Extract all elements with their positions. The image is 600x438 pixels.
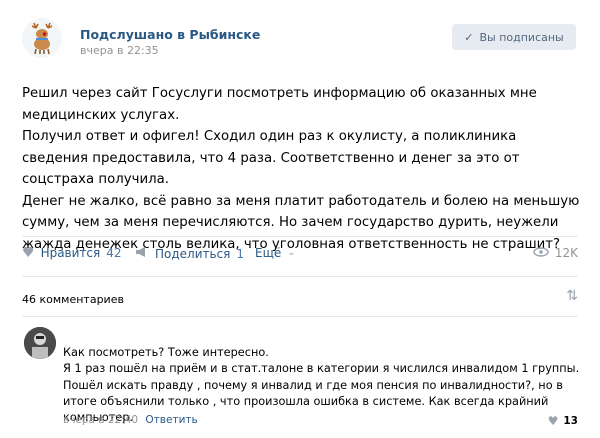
group-avatar[interactable]: [22, 18, 62, 58]
share-count: 1: [236, 246, 245, 261]
subscribed-label: Вы подписаны: [479, 30, 564, 44]
views-count: 12K: [554, 246, 578, 260]
heart-icon: ♥: [547, 414, 559, 428]
comment-item: Как посмотреть? Тоже интересно. Я 1 раз …: [0, 327, 600, 437]
deer-icon: [22, 18, 62, 58]
comments-count: 46 комментариев: [22, 293, 124, 306]
check-icon: ✓: [464, 30, 474, 44]
divider: [22, 276, 578, 277]
post-paragraph: Решил через сайт Госуслуги посмотреть ин…: [22, 86, 537, 123]
sort-icon[interactable]: ⇅: [566, 288, 578, 304]
post-text: Решил через сайт Госуслуги посмотреть ин…: [22, 83, 582, 255]
divider: [22, 316, 578, 317]
comment-line: Я 1 раз пошёл на приём и в стат.талоне в…: [63, 362, 580, 376]
divider: [22, 236, 578, 237]
comment-like-count: 13: [563, 415, 578, 427]
comment-timestamp[interactable]: вчера в 22:40: [63, 414, 138, 426]
more-label: Ещё: [255, 246, 282, 260]
post-paragraph: Получил ответ и офигел! Сходил один раз …: [22, 129, 520, 187]
views-counter: 12K: [533, 246, 578, 260]
eye-icon: [533, 246, 549, 260]
comment-like-button[interactable]: ♥ 13: [548, 414, 578, 428]
megaphone-icon: [135, 246, 149, 261]
post-header: Подслушано в Рыбинске вчера в 22:35 ✓ Вы…: [0, 0, 600, 70]
heart-icon: ♥: [22, 245, 35, 261]
user-avatar[interactable]: [24, 327, 56, 359]
post-timestamp[interactable]: вчера в 22:35: [80, 44, 159, 57]
comment-meta: вчера в 22:40 Ответить: [63, 414, 198, 426]
like-count: 42: [106, 246, 122, 260]
like-label: Нравится: [40, 246, 101, 260]
chevron-down-icon: ⌄: [287, 247, 296, 258]
reply-button[interactable]: Ответить: [145, 414, 197, 426]
post-actions: ♥ Нравится 42 Поделиться 1 Ещё ⌄ 12K: [0, 240, 600, 270]
comment-line: Как посмотреть? Тоже интересно.: [63, 346, 269, 359]
like-button[interactable]: ♥ Нравится 42: [22, 246, 122, 260]
subscribed-button[interactable]: ✓ Вы подписаны: [452, 24, 576, 50]
share-label: Поделиться: [155, 246, 231, 261]
person-icon: [24, 327, 56, 359]
share-button[interactable]: Поделиться 1: [135, 246, 244, 261]
more-button[interactable]: Ещё ⌄: [255, 246, 296, 260]
group-name-link[interactable]: Подслушано в Рыбинске: [80, 27, 260, 42]
